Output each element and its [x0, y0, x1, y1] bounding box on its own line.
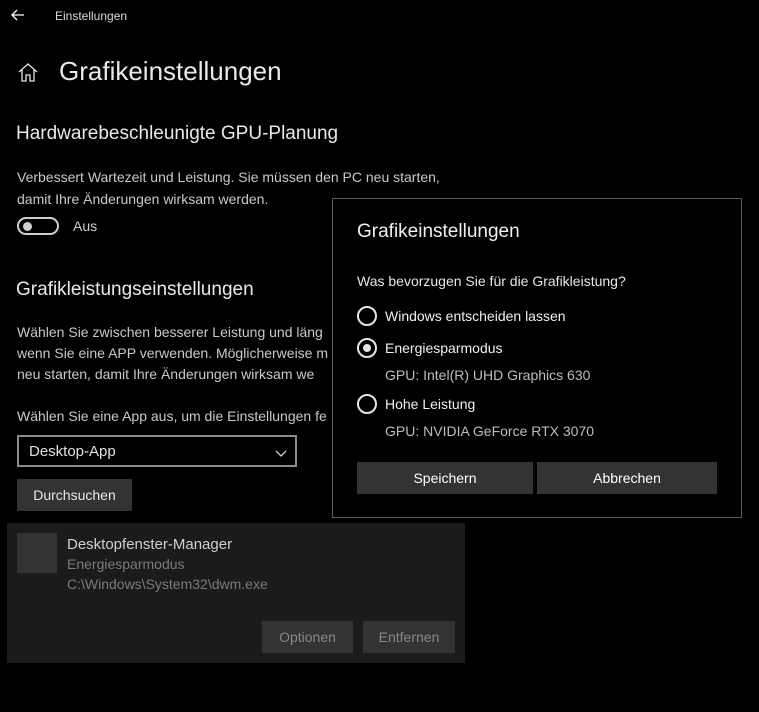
app-path: C:\Windows\System32\dwm.exe [67, 576, 268, 592]
app-type-value: Desktop-App [29, 443, 116, 460]
radio-windows-decide[interactable] [357, 306, 377, 326]
app-select-label: Wählen Sie eine App aus, um die Einstell… [17, 408, 327, 424]
app-type-select[interactable]: Desktop-App [17, 435, 297, 467]
remove-button[interactable]: Entfernen [363, 621, 455, 653]
radio-selected-dot [363, 344, 371, 352]
graphics-settings-dialog: Grafikeinstellungen Was bevorzugen Sie f… [332, 198, 742, 518]
options-button[interactable]: Optionen [262, 621, 353, 653]
gpu-name-high-performance: GPU: NVIDIA GeForce RTX 3070 [385, 423, 595, 439]
browse-button[interactable]: Durchsuchen [17, 479, 132, 511]
toggle-state-label: Aus [73, 218, 98, 234]
app-list-item[interactable]: Desktopfenster-Manager Energiesparmodus … [7, 523, 465, 663]
gpu-scheduling-toggle[interactable] [17, 217, 59, 235]
back-arrow-icon[interactable] [9, 6, 27, 24]
gpu-scheduling-heading: Hardwarebeschleunigte GPU-Planung [16, 123, 339, 144]
option-label-windows-decide[interactable]: Windows entscheiden lassen [385, 308, 566, 324]
app-icon [17, 533, 57, 573]
option-label-power-saving[interactable]: Energiesparmodus [385, 340, 503, 356]
cancel-button[interactable]: Abbrechen [537, 462, 717, 494]
window-title: Einstellungen [55, 9, 128, 23]
dialog-title: Grafikeinstellungen [357, 221, 520, 242]
chevron-down-icon [275, 445, 287, 457]
description-line: Verbessert Wartezeit und Leistung. Sie m… [17, 169, 440, 185]
radio-power-saving[interactable] [357, 338, 377, 358]
gpu-name-power-saving: GPU: Intel(R) UHD Graphics 630 [385, 367, 591, 383]
toggle-knob [23, 222, 32, 231]
dialog-question: Was bevorzugen Sie für die Grafikleistun… [357, 273, 626, 289]
home-icon[interactable] [17, 61, 39, 83]
app-name: Desktopfenster-Manager [67, 536, 233, 553]
radio-high-performance[interactable] [357, 394, 377, 414]
option-label-high-performance[interactable]: Hohe Leistung [385, 396, 475, 412]
page-title: Grafikeinstellungen [59, 56, 282, 86]
performance-heading: Grafikleistungseinstellungen [16, 279, 254, 300]
app-mode: Energiesparmodus [67, 556, 185, 572]
save-button[interactable]: Speichern [357, 462, 533, 494]
